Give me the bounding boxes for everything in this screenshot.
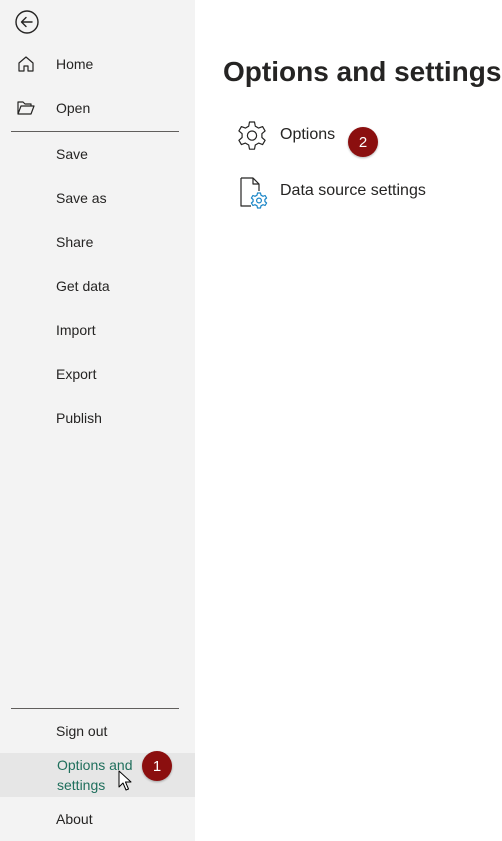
page-title: Options and settings — [223, 56, 502, 87]
sidebar-item-save-as[interactable]: Save as — [0, 180, 195, 216]
step-badge: 1 — [142, 751, 172, 781]
sidebar-item-import[interactable]: Import — [0, 312, 195, 348]
back-button[interactable] — [14, 9, 40, 35]
option-label: Options — [280, 126, 336, 143]
sidebar-item-label: Open — [56, 100, 91, 116]
sidebar-item-export[interactable]: Export — [0, 356, 195, 392]
sidebar-item-label: Publish — [56, 410, 102, 426]
sidebar-item-label: Sign out — [56, 723, 108, 739]
folder-open-icon — [16, 98, 36, 118]
sidebar-divider — [11, 708, 179, 709]
sidebar-item-label: Export — [56, 366, 97, 382]
sidebar-item-get-data[interactable]: Get data — [0, 268, 195, 304]
sidebar-item-publish[interactable]: Publish — [0, 400, 195, 436]
sidebar: Home Open Save Save as Share Get data Im… — [0, 0, 195, 841]
sidebar-item-about[interactable]: About — [0, 801, 195, 837]
sidebar-item-save[interactable]: Save — [0, 136, 195, 172]
sidebar-item-label: Share — [56, 234, 94, 250]
mouse-pointer-icon — [118, 770, 132, 791]
app-window: Home Open Save Save as Share Get data Im… — [0, 0, 502, 841]
sidebar-item-label: About — [56, 811, 93, 827]
sidebar-item-open[interactable]: Open — [0, 90, 195, 126]
sidebar-item-label: Save — [56, 146, 88, 162]
sidebar-item-label: Home — [56, 56, 94, 72]
sidebar-item-label: Save as — [56, 190, 107, 206]
home-icon — [16, 54, 36, 74]
step-badge: 2 — [348, 127, 378, 157]
sidebar-item-label: Options and settings — [57, 757, 133, 793]
sidebar-item-home[interactable]: Home — [0, 46, 195, 82]
sidebar-item-label: Get data — [56, 278, 110, 294]
arrow-left-circle-icon — [15, 10, 39, 34]
sidebar-item-sign-out[interactable]: Sign out — [0, 713, 195, 749]
gear-icon — [238, 121, 266, 150]
data-source-settings-item[interactable]: Data source settings — [235, 171, 435, 211]
sidebar-item-label: Import — [56, 322, 96, 338]
sidebar-divider — [11, 131, 179, 132]
document-gear-icon — [240, 177, 268, 209]
sidebar-item-share[interactable]: Share — [0, 224, 195, 260]
option-label: Data source settings — [280, 182, 426, 199]
